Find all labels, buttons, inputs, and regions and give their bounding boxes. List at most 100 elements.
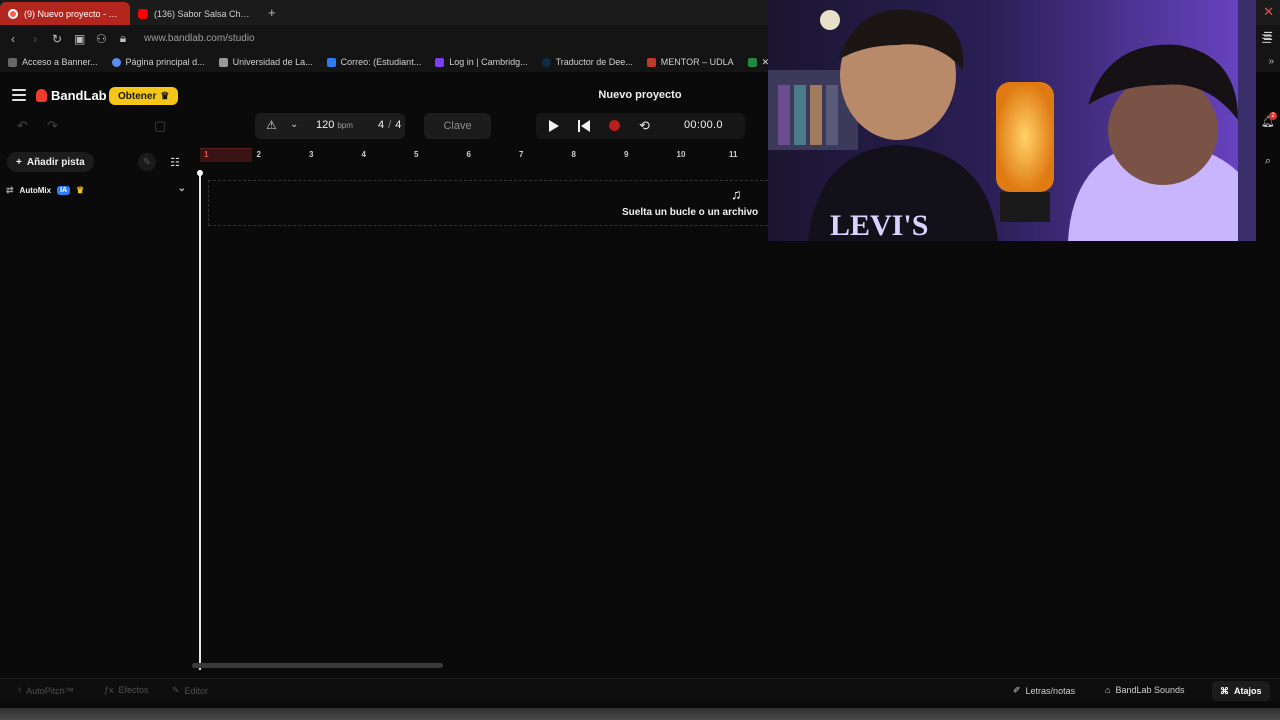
webcam-feed-image: LEVI'S: [768, 0, 1256, 241]
reload-icon[interactable]: ↻: [52, 32, 62, 46]
back-icon[interactable]: ‹: [8, 32, 18, 46]
feather-icon: ✐: [1013, 685, 1021, 695]
upgrade-button[interactable]: Obtener ♛: [109, 87, 179, 105]
save-icon[interactable]: ▢: [154, 118, 166, 134]
bandlab-logo[interactable]: BandLab: [36, 88, 107, 103]
pencil-icon: ✎: [172, 685, 180, 695]
tempo-field[interactable]: 120 bpm: [316, 119, 353, 131]
record-icon[interactable]: [609, 120, 620, 131]
bookmark-item[interactable]: Universidad de La...: [218, 57, 313, 67]
autopitch-label: AutoPitch™: [26, 685, 74, 696]
shortcuts-button[interactable]: ⌘ Atajos: [1212, 681, 1270, 701]
wallet-icon[interactable]: ⚇: [96, 32, 107, 46]
bandlab-favicon-icon: [8, 8, 18, 19]
redo-icon[interactable]: ↷: [47, 118, 58, 134]
ruler-bar-number: 5: [414, 150, 419, 159]
bookmark-label: Universidad de La...: [232, 57, 313, 67]
ruler-bar-number: 3: [309, 150, 314, 159]
project-title[interactable]: Nuevo proyecto: [560, 89, 720, 101]
bookmark-label: Página principal d...: [125, 57, 205, 67]
tab-nuevo-proyecto[interactable]: (9) Nuevo proyecto - Studi: [0, 2, 130, 25]
bottom-bar: ♮ AutoPitch™ ƒx Efectos ✎ Editor ✐ Letras/no…: [0, 678, 1280, 702]
horizontal-scrollbar[interactable]: [192, 663, 443, 668]
autopitch-button[interactable]: ♮ AutoPitch™: [18, 685, 74, 696]
new-tab-button[interactable]: +: [260, 5, 284, 20]
pencil-icon[interactable]: ✎: [138, 153, 156, 171]
ruler-bar-number: 1: [204, 150, 209, 159]
editor-label: Editor: [184, 685, 209, 696]
ruler-bar-number: 6: [466, 150, 471, 159]
menu-icon[interactable]: ☰: [1256, 30, 1280, 43]
automix-icon: ⇄: [6, 184, 14, 195]
youtube-favicon-icon: [138, 8, 148, 19]
bookmark-item[interactable]: Log in | Cambridg...: [435, 57, 528, 67]
forward-icon[interactable]: ›: [30, 32, 40, 46]
bottom-strip: [0, 708, 1280, 720]
automix-label: AutoMix: [19, 185, 52, 195]
lyrics-button[interactable]: ✐ Letras/notas: [1013, 685, 1075, 696]
sounds-label: BandLab Sounds: [1115, 685, 1185, 695]
timeline-ruler[interactable]: 1 2 3 4 5 6 7 8 9 10 11: [200, 148, 768, 164]
chevron-down-icon[interactable]: ⌄: [178, 183, 186, 194]
bookmark-item[interactable]: Página principal d...: [111, 57, 205, 67]
loop-icon[interactable]: ⟲: [639, 118, 650, 134]
crown-icon: ♛: [160, 90, 170, 102]
effects-button[interactable]: ƒx Efectos: [104, 685, 149, 695]
url-field[interactable]: www.bandlab.com/studio: [144, 33, 255, 44]
outlook-icon: [326, 57, 336, 67]
editor-button[interactable]: ✎ Editor: [172, 685, 208, 696]
command-icon: ⌘: [1220, 685, 1229, 696]
time-sig-separator: /: [388, 119, 392, 131]
zoom-icon[interactable]: ⌕: [1256, 155, 1280, 168]
lock-icon: 🔒︎: [119, 31, 127, 45]
fx-icon: ƒx: [104, 685, 114, 695]
key-button[interactable]: Clave: [424, 113, 491, 139]
bookmark-item[interactable]: Correo: (Estudiant...: [326, 57, 421, 67]
transport-controls: ⟲ 00:00.0: [536, 113, 745, 139]
bandlab-logo-icon: [36, 89, 47, 102]
bandlab-sounds-button[interactable]: ⌂ BandLab Sounds: [1105, 685, 1185, 695]
tab-sabor-salsa[interactable]: (136) Sabor Salsa Choke b: [130, 2, 260, 25]
drop-zone[interactable]: [208, 180, 768, 226]
bookmark-item[interactable]: MENTOR – UDLA: [646, 57, 734, 67]
ruler-bar-number: 10: [676, 150, 686, 159]
brand-name: BandLab: [51, 88, 107, 103]
hamburger-menu-icon[interactable]: [12, 89, 26, 101]
right-edge-controls: ☰ 🔔︎ 2 ⌕: [1256, 0, 1280, 240]
tab-title: (136) Sabor Salsa Choke b: [154, 8, 252, 19]
excel-icon: [747, 57, 757, 67]
metronome-icon[interactable]: ⚠︎: [266, 118, 277, 132]
bookmark-label: Log in | Cambridg...: [449, 57, 528, 67]
playhead[interactable]: [199, 170, 201, 670]
page-icon: [8, 57, 17, 67]
add-track-label: Añadir pista: [26, 156, 85, 168]
plus-icon: +: [16, 156, 22, 168]
playhead-handle[interactable]: [197, 170, 203, 176]
mixer-icon[interactable]: ☷: [166, 153, 184, 171]
play-icon[interactable]: [549, 120, 559, 132]
udla-icon: [218, 57, 228, 67]
bookmark-item[interactable]: Acceso a Banner...: [8, 57, 98, 67]
cambridge-icon: [435, 57, 445, 67]
time-display: 00:00.0: [684, 119, 723, 131]
chevron-down-icon[interactable]: ⌄: [290, 119, 298, 130]
notification-badge: 2: [1269, 112, 1277, 120]
autopitch-icon: ♮: [18, 685, 22, 695]
music-note-add-icon: ♫: [731, 186, 742, 202]
ruler-bar-number: 4: [361, 150, 366, 159]
ruler-bar-number: 2: [256, 150, 261, 159]
tab-overview-icon[interactable]: ▣: [74, 32, 85, 46]
undo-icon[interactable]: ↶: [17, 118, 28, 134]
add-track-button[interactable]: + Añadir pista: [7, 152, 94, 172]
upgrade-label: Obtener: [118, 90, 157, 102]
bookmark-item[interactable]: Traductor de Dee...: [541, 57, 633, 67]
crown-icon: ♛: [76, 184, 85, 195]
time-signature[interactable]: 4/4: [378, 119, 401, 131]
drop-zone-text: Suelta un bucle o un archivo: [622, 207, 759, 218]
ruler-bar-number: 11: [729, 150, 738, 159]
sounds-icon: ⌂: [1105, 685, 1111, 695]
ia-badge: IA: [57, 185, 71, 195]
skip-to-start-icon[interactable]: [578, 120, 590, 132]
automix-row[interactable]: ⇄ AutoMix IA ♛ ⌄: [6, 183, 186, 197]
ruler-bar-number: 9: [624, 150, 629, 159]
